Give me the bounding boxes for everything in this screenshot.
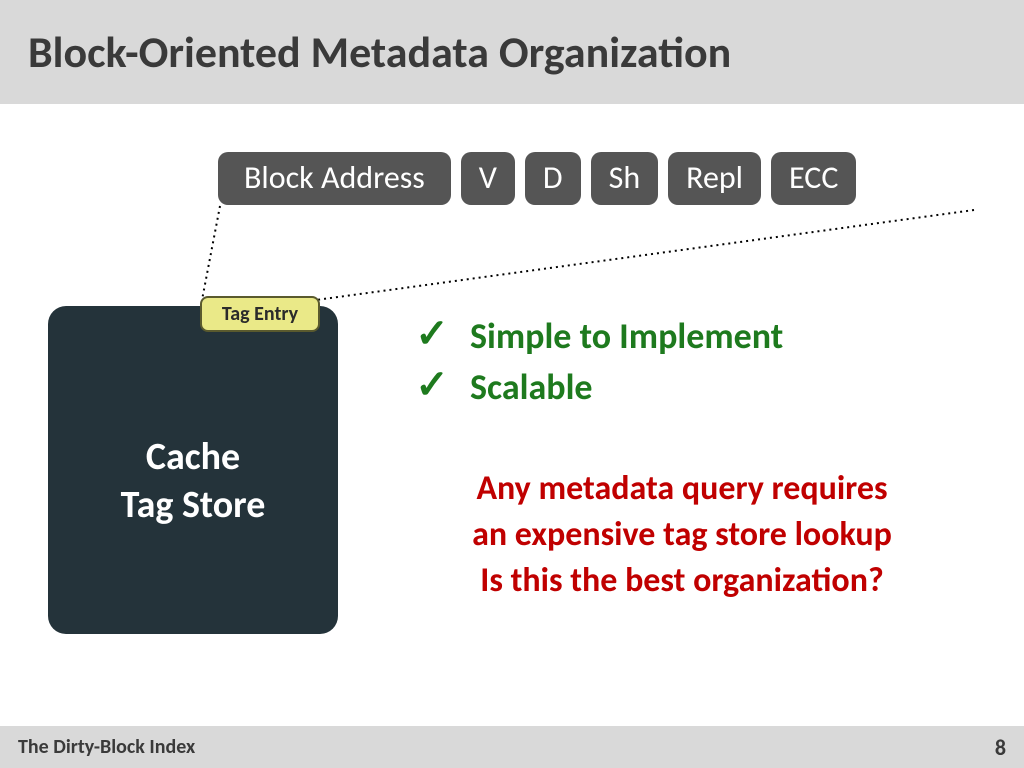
pill-replacement: Repl	[668, 152, 761, 205]
cache-box-line2: Tag Store	[121, 482, 266, 528]
tag-entry-label: Tag Entry	[200, 296, 320, 332]
check-icon: ✓	[412, 314, 452, 354]
pill-ecc: ECC	[771, 152, 856, 205]
drawback-text: Any metadata query requires an expensive…	[372, 466, 992, 604]
footer-bar: The Dirty-Block Index 8	[0, 726, 1024, 768]
cache-box-label: Cache Tag Store	[48, 434, 338, 529]
metadata-field-row: Block Address V D Sh Repl ECC	[218, 152, 856, 205]
pill-dirty-bit: D	[525, 152, 581, 205]
check-icon: ✓	[412, 365, 452, 405]
list-item: ✓ Scalable	[412, 365, 972, 410]
pill-shared-bit: Sh	[591, 152, 659, 205]
advantage-text: Scalable	[470, 365, 593, 410]
red-line2: an expensive tag store lookup	[472, 514, 892, 555]
advantages-list: ✓ Simple to Implement ✓ Scalable	[412, 314, 972, 416]
advantage-text: Simple to Implement	[470, 314, 783, 359]
pill-block-address: Block Address	[218, 152, 451, 205]
list-item: ✓ Simple to Implement	[412, 314, 972, 359]
pill-valid-bit: V	[461, 152, 515, 205]
slide-title: Block-Oriented Metadata Organization	[28, 25, 731, 79]
cache-tag-store-box: Cache Tag Store	[48, 306, 338, 634]
footer-title: The Dirty-Block Index	[18, 735, 195, 759]
cache-box-line1: Cache	[146, 434, 240, 480]
title-bar: Block-Oriented Metadata Organization	[0, 0, 1024, 104]
page-number: 8	[995, 734, 1006, 761]
red-line3: Is this the best organization?	[480, 560, 883, 601]
red-line1: Any metadata query requires	[476, 468, 887, 509]
